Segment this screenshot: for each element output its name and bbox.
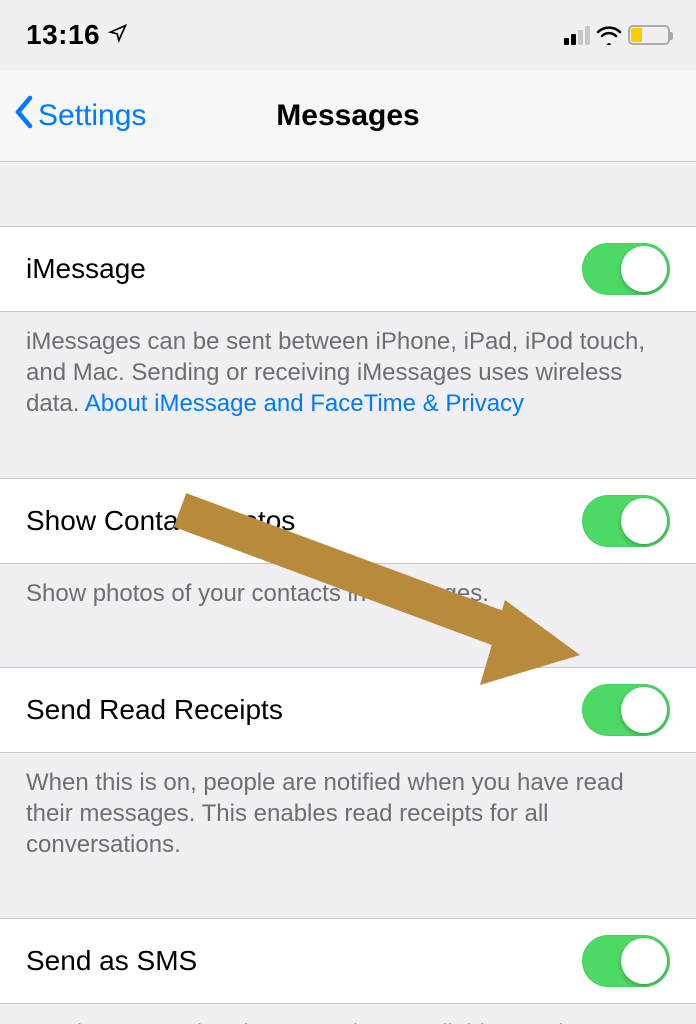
status-bar: 13:16 bbox=[0, 0, 696, 70]
status-right bbox=[564, 25, 670, 45]
chevron-left-icon bbox=[14, 95, 34, 137]
group-spacer bbox=[0, 627, 696, 667]
wifi-icon bbox=[596, 25, 622, 45]
location-icon bbox=[108, 23, 128, 48]
about-privacy-link[interactable]: About iMessage and FaceTime & Privacy bbox=[85, 390, 524, 417]
status-time: 13:16 bbox=[26, 19, 100, 51]
row-imessage[interactable]: iMessage bbox=[0, 226, 696, 312]
status-left: 13:16 bbox=[26, 19, 128, 51]
contact-photos-label: Show Contact Photos bbox=[26, 505, 295, 537]
imessage-toggle[interactable] bbox=[582, 243, 670, 295]
battery-icon bbox=[628, 25, 670, 45]
row-contact-photos[interactable]: Show Contact Photos bbox=[0, 478, 696, 564]
imessage-footer: iMessages can be sent between iPhone, iP… bbox=[0, 312, 696, 438]
nav-bar: Settings Messages bbox=[0, 70, 696, 162]
group-spacer bbox=[0, 878, 696, 918]
back-label: Settings bbox=[38, 99, 146, 133]
group-spacer bbox=[0, 162, 696, 226]
send-sms-label: Send as SMS bbox=[26, 945, 197, 977]
send-sms-toggle[interactable] bbox=[582, 935, 670, 987]
row-read-receipts[interactable]: Send Read Receipts bbox=[0, 667, 696, 753]
contact-photos-toggle[interactable] bbox=[582, 495, 670, 547]
page-title: Messages bbox=[276, 99, 419, 133]
read-receipts-label: Send Read Receipts bbox=[26, 694, 283, 726]
imessage-label: iMessage bbox=[26, 253, 146, 285]
contact-photos-footer: Show photos of your contacts in Messages… bbox=[0, 564, 696, 627]
read-receipts-footer: When this is on, people are notified whe… bbox=[0, 753, 696, 879]
row-send-sms[interactable]: Send as SMS bbox=[0, 918, 696, 1004]
group-spacer bbox=[0, 438, 696, 478]
back-button[interactable]: Settings bbox=[14, 95, 146, 137]
send-sms-footer: Send as SMS when iMessage is unavailable… bbox=[0, 1004, 696, 1024]
read-receipts-toggle[interactable] bbox=[582, 684, 670, 736]
cellular-signal-icon bbox=[564, 25, 590, 45]
